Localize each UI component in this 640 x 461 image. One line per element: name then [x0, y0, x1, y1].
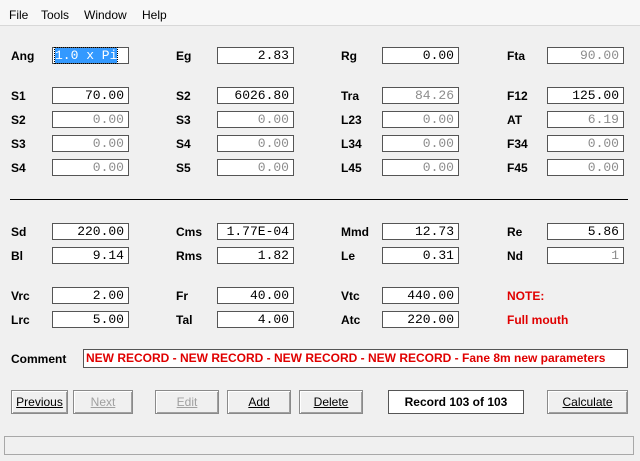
s1-label: S1: [11, 89, 26, 103]
eg-field[interactable]: 2.83: [217, 47, 294, 64]
s4-field[interactable]: 0.00: [52, 159, 129, 176]
s4b-label: S4: [176, 137, 191, 151]
menu-file[interactable]: File: [9, 8, 28, 22]
atc-field[interactable]: 220.00: [382, 311, 459, 328]
ang-label: Ang: [11, 49, 35, 63]
mmd-label: Mmd: [341, 225, 369, 239]
re-label: Re: [507, 225, 523, 239]
s3-label: S3: [11, 137, 26, 151]
vrc-field[interactable]: 2.00: [52, 287, 129, 304]
rms-field[interactable]: 1.82: [217, 247, 294, 264]
ang-field[interactable]: 1.0 x Pi: [52, 47, 129, 64]
delete-button-label: Delete: [313, 395, 349, 409]
record-status: Record 103 of 103: [388, 390, 524, 414]
s3b-label: S3: [176, 113, 191, 127]
previous-button-label: Previous: [16, 395, 63, 409]
s1-field[interactable]: 70.00: [52, 87, 129, 104]
cms-field[interactable]: 1.77E-04: [217, 223, 294, 240]
f12-label: F12: [507, 89, 528, 103]
calculate-button-label: Calculate: [562, 395, 613, 409]
vrc-label: Vrc: [11, 289, 30, 303]
le-label: Le: [341, 249, 356, 263]
ang-field-selection: 1.0 x Pi: [53, 47, 119, 64]
rms-label: Rms: [176, 249, 203, 263]
f12-field[interactable]: 125.00: [547, 87, 624, 104]
lrc-label: Lrc: [11, 313, 30, 327]
le-field[interactable]: 0.31: [382, 247, 459, 264]
rg-field[interactable]: 0.00: [382, 47, 459, 64]
s3-field[interactable]: 0.00: [52, 135, 129, 152]
fr-label: Fr: [176, 289, 188, 303]
re-field[interactable]: 5.86: [547, 223, 624, 240]
menu-window[interactable]: Window: [84, 8, 127, 22]
fr-field[interactable]: 40.00: [217, 287, 294, 304]
edit-button-label: Edit: [176, 395, 198, 409]
previous-button[interactable]: Previous: [11, 390, 68, 414]
tal-field[interactable]: 4.00: [217, 311, 294, 328]
status-bar: [4, 436, 634, 455]
calculate-button[interactable]: Calculate: [547, 390, 628, 414]
s2b-label: S2: [176, 89, 191, 103]
comment-field[interactable]: NEW RECORD - NEW RECORD - NEW RECORD - N…: [83, 349, 628, 368]
f34-label: F34: [507, 137, 528, 151]
sd-label: Sd: [11, 225, 27, 239]
l45-field[interactable]: 0.00: [382, 159, 459, 176]
tal-label: Tal: [176, 313, 193, 327]
l23-field[interactable]: 0.00: [382, 111, 459, 128]
s2b-field[interactable]: 6026.80: [217, 87, 294, 104]
edit-button[interactable]: Edit: [155, 390, 219, 414]
add-button[interactable]: Add: [227, 390, 291, 414]
sd-field[interactable]: 220.00: [52, 223, 129, 240]
comment-label: Comment: [11, 352, 67, 366]
eg-label: Eg: [176, 49, 192, 63]
l45-label: L45: [341, 161, 362, 175]
add-button-label: Add: [248, 395, 270, 409]
at-field[interactable]: 6.19: [547, 111, 624, 128]
divider: [10, 199, 628, 200]
cms-label: Cms: [176, 225, 203, 239]
s2-field[interactable]: 0.00: [52, 111, 129, 128]
vtc-field[interactable]: 440.00: [382, 287, 459, 304]
delete-button[interactable]: Delete: [299, 390, 363, 414]
note-label: NOTE:: [507, 289, 545, 303]
menu-tools[interactable]: Tools: [41, 8, 69, 22]
nd-field[interactable]: 1: [547, 247, 624, 264]
fta-field[interactable]: 90.00: [547, 47, 624, 64]
s3b-field[interactable]: 0.00: [217, 111, 294, 128]
s4-label: S4: [11, 161, 26, 175]
mmd-field[interactable]: 12.73: [382, 223, 459, 240]
nd-label: Nd: [507, 249, 523, 263]
f45-label: F45: [507, 161, 528, 175]
at-label: AT: [507, 113, 523, 127]
rg-label: Rg: [341, 49, 357, 63]
menu-bar: File Tools Window Help: [0, 0, 640, 26]
s2-label: S2: [11, 113, 26, 127]
s4b-field[interactable]: 0.00: [217, 135, 294, 152]
next-button[interactable]: Next: [73, 390, 133, 414]
lrc-field[interactable]: 5.00: [52, 311, 129, 328]
vtc-label: Vtc: [341, 289, 360, 303]
f34-field[interactable]: 0.00: [547, 135, 624, 152]
next-button-label: Next: [90, 395, 116, 409]
s5-label: S5: [176, 161, 191, 175]
atc-label: Atc: [341, 313, 361, 327]
l34-label: L34: [341, 137, 362, 151]
tra-label: Tra: [341, 89, 360, 103]
l34-field[interactable]: 0.00: [382, 135, 459, 152]
f45-field[interactable]: 0.00: [547, 159, 624, 176]
fullmouth-label: Full mouth: [507, 313, 569, 327]
menu-help[interactable]: Help: [142, 8, 167, 22]
bl-label: Bl: [11, 249, 23, 263]
bl-field[interactable]: 9.14: [52, 247, 129, 264]
tra-field[interactable]: 84.26: [382, 87, 459, 104]
fta-label: Fta: [507, 49, 525, 63]
s5-field[interactable]: 0.00: [217, 159, 294, 176]
l23-label: L23: [341, 113, 362, 127]
